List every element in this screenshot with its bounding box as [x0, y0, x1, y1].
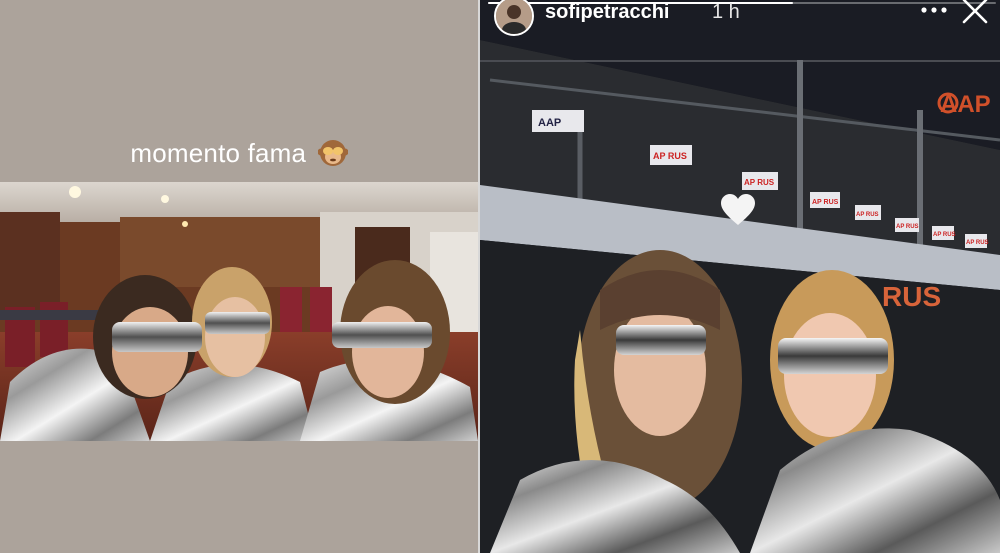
stadium-photo: AAP AP RUS AP RUS AP RUS AP RUS AP RUS A…	[480, 0, 1000, 553]
see-no-evil-monkey-icon	[317, 140, 348, 166]
svg-text:AP RUS: AP RUS	[653, 151, 687, 161]
story-timestamp: 1 h	[712, 1, 740, 23]
left-story-panel[interactable]: momento fama	[0, 0, 478, 553]
svg-text:AAP: AAP	[538, 117, 561, 129]
svg-text:AP RUS: AP RUS	[812, 199, 839, 206]
heart-icon[interactable]	[720, 193, 756, 227]
svg-text:AP RUS: AP RUS	[896, 224, 919, 230]
avatar-image	[496, 0, 532, 34]
svg-text:AP RUS: AP RUS	[966, 240, 989, 246]
right-story-panel[interactable]: AAP AP RUS AP RUS AP RUS AP RUS AP RUS A…	[480, 0, 1000, 553]
close-icon[interactable]	[958, 0, 992, 26]
group-photo	[0, 182, 478, 441]
caption-text: momento fama	[130, 138, 307, 168]
more-dots-icon[interactable]	[914, 0, 954, 24]
svg-text:AP RUS: AP RUS	[933, 232, 956, 238]
svg-text:AP RUS: AP RUS	[856, 212, 879, 218]
svg-text:AP RUS: AP RUS	[744, 178, 775, 187]
svg-text:RUS: RUS	[882, 281, 941, 312]
story-caption: momento fama	[0, 138, 478, 169]
story-username[interactable]: sofipetracchi	[545, 1, 669, 24]
